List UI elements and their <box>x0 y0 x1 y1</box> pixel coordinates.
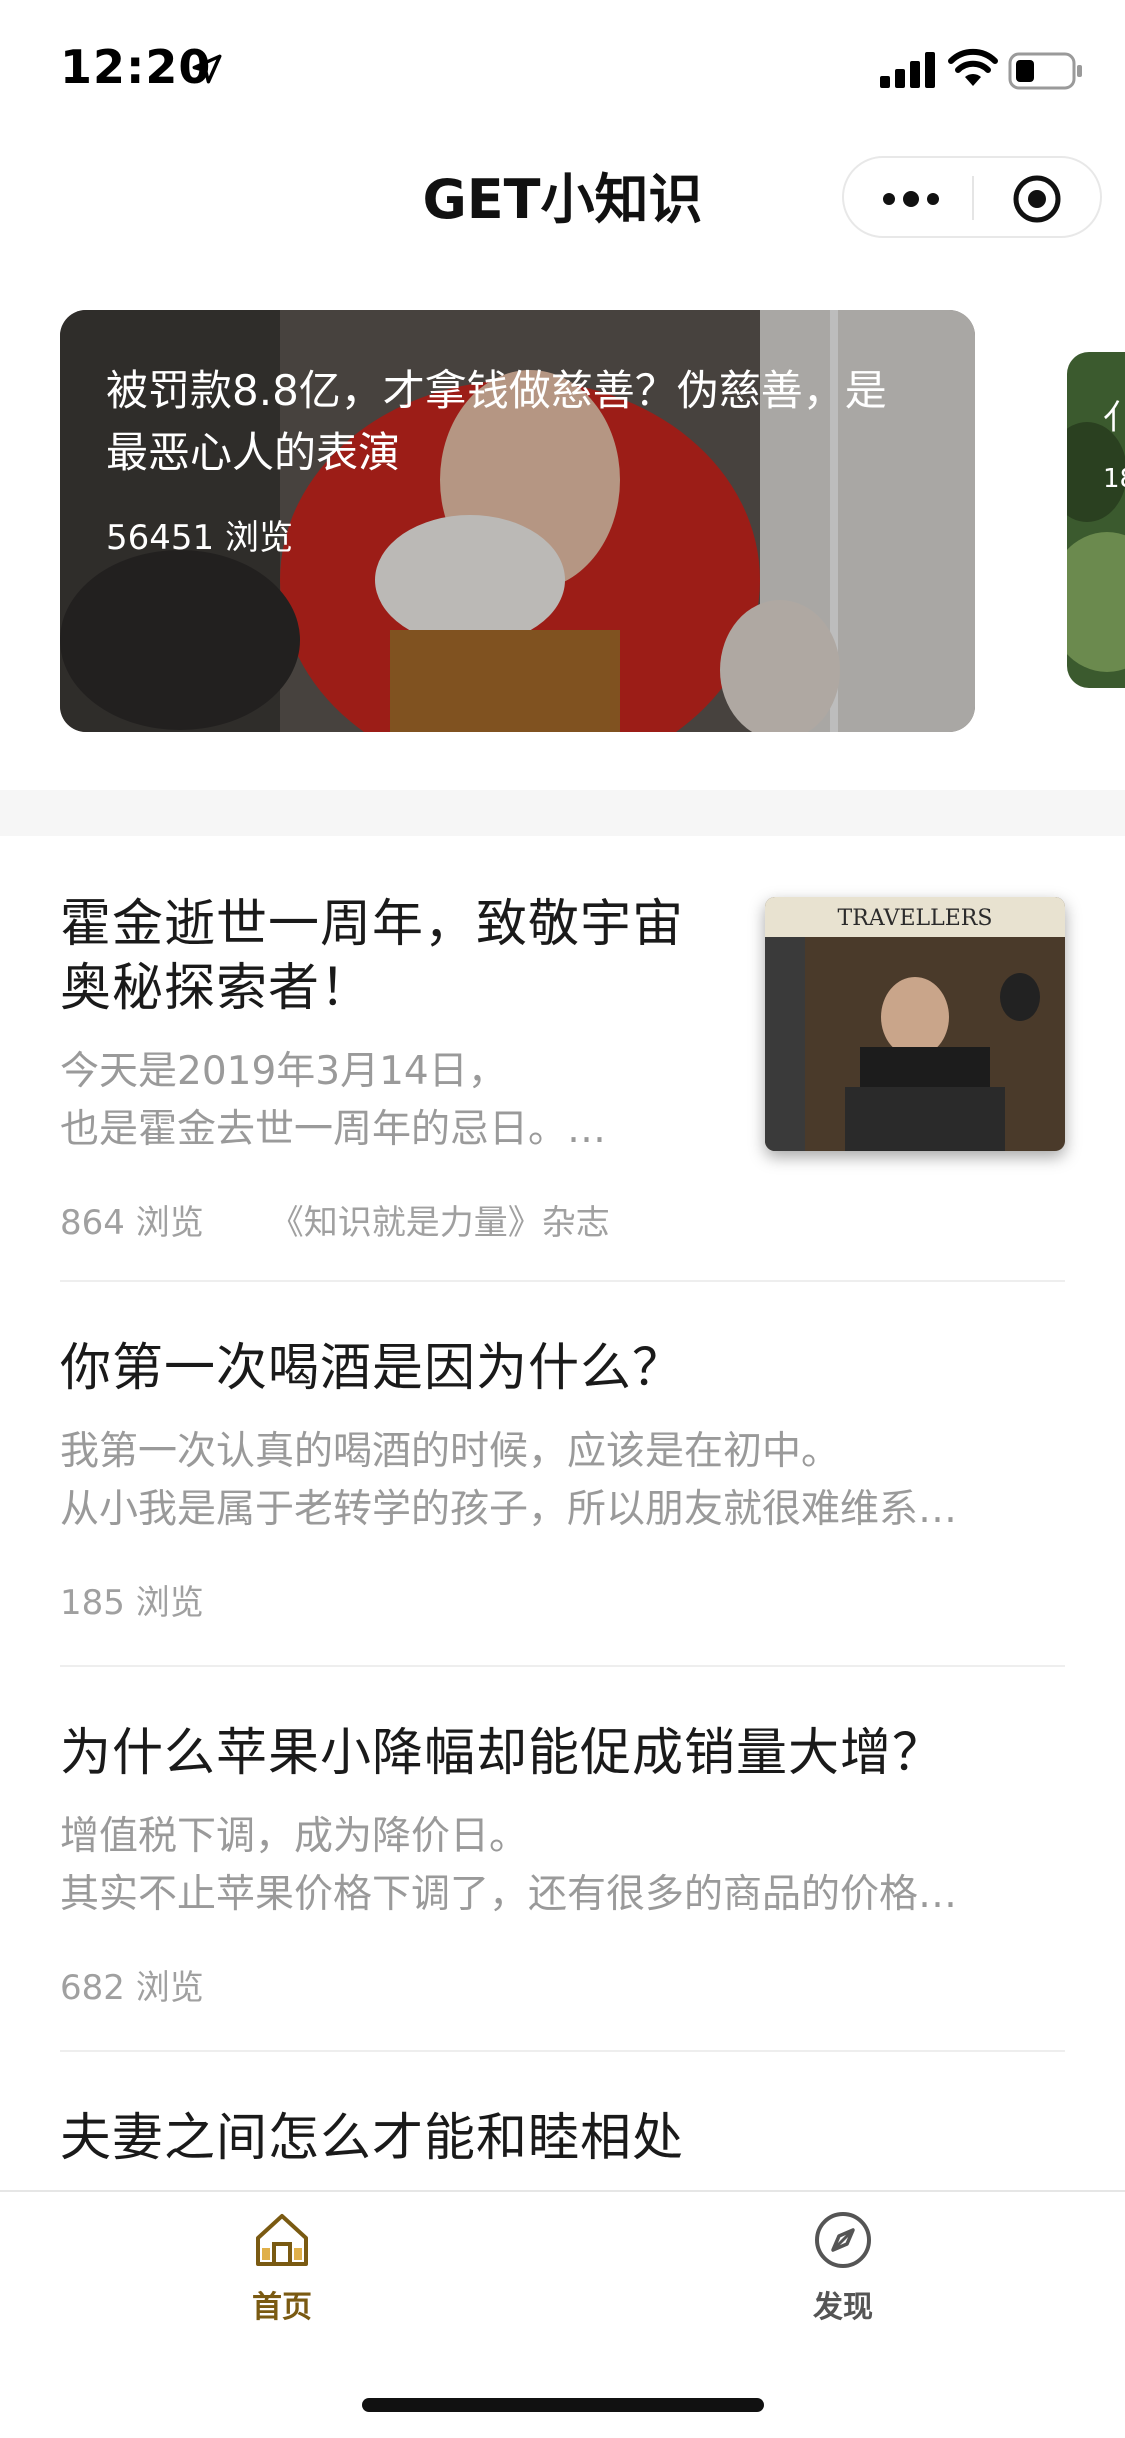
more-options-icon[interactable] <box>880 184 942 214</box>
capsule-divider <box>972 176 974 220</box>
article-item[interactable]: 为什么苹果小降幅却能促成销量大增？ 增值税下调，成为降价日。 其实不止苹果价格下… <box>60 1722 1065 2009</box>
article-title: 夫妻之间怎么才能和睦相处 <box>60 2109 685 2168</box>
close-mini-program-icon[interactable] <box>1012 174 1062 224</box>
tab-label: 首页 <box>252 2290 312 2325</box>
article-summary: 我第一次认真的喝酒的时候，应该是在初中。 从小我是属于老转学的孩子，所以朋友就很… <box>60 1423 1065 1539</box>
summary-line: 我第一次认真的喝酒的时候，应该是在初中。 <box>60 1429 841 1474</box>
compass-icon <box>815 2212 871 2268</box>
list-divider <box>60 1280 1065 1282</box>
article-thumbnail[interactable]: TRAVELLERS <box>765 897 1065 1151</box>
summary-line: 从小我是属于老转学的孩子，所以朋友就很难维系… <box>60 1487 958 1532</box>
article-views: 682 浏览 <box>60 1968 204 2008</box>
article-item[interactable]: 霍金逝世一周年，致敬宇宙奥秘探索者！ 今天是2019年3月14日， 也是霍金去世… <box>60 893 700 1244</box>
article-title: 霍金逝世一周年，致敬宇宙奥秘探索者！ <box>60 895 685 1018</box>
status-bar: 12:20 <box>0 0 1125 135</box>
home-icon <box>256 2214 308 2266</box>
article-meta: 682 浏览 <box>60 1960 1065 2009</box>
mini-program-capsule <box>842 156 1102 238</box>
banner-views: 56451 浏览 <box>106 518 293 558</box>
article-summary: 今天是2019年3月14日， 也是霍金去世一周年的忌日。… <box>60 1043 700 1159</box>
list-divider <box>60 2050 1065 2052</box>
wifi-icon <box>948 48 998 86</box>
status-time: 12:20 <box>60 40 212 94</box>
article-views: 185 浏览 <box>60 1583 204 1623</box>
list-divider <box>60 1665 1065 1667</box>
tab-discover[interactable]: 发现 <box>773 2208 913 2326</box>
home-indicator[interactable] <box>362 2398 764 2412</box>
summary-line: 今天是2019年3月14日， <box>60 1049 507 1094</box>
article-views: 864 浏览 <box>60 1203 204 1243</box>
tab-home[interactable]: 首页 <box>212 2208 352 2326</box>
battery-icon <box>1008 52 1082 90</box>
article-meta: 864 浏览 《知识就是力量》杂志 <box>60 1195 700 1244</box>
carousel-banner-active[interactable]: 被罚款8.8亿，才拿钱做慈善？伪慈善，是最恶心人的表演 56451 浏览 <box>60 310 975 732</box>
carousel-banner-next[interactable]: 亻 18 <box>1067 352 1125 688</box>
banner-next-title: 亻 <box>1103 398 1125 438</box>
thumbnail-sign-text: TRAVELLERS <box>838 906 993 931</box>
article-item[interactable]: 你第一次喝酒是因为什么？ 我第一次认真的喝酒的时候，应该是在初中。 从小我是属于… <box>60 1337 1065 1624</box>
banner-title: 被罚款8.8亿，才拿钱做慈善？伪慈善，是最恶心人的表演 <box>106 366 887 477</box>
section-separator <box>0 790 1125 836</box>
summary-line: 增值税下调，成为降价日。 <box>60 1814 529 1859</box>
banner-next-views: 18 <box>1103 464 1125 494</box>
article-title: 为什么苹果小降幅却能促成销量大增？ <box>60 1724 945 1783</box>
tab-label: 发现 <box>813 2290 873 2325</box>
article-title: 你第一次喝酒是因为什么？ <box>60 1339 685 1398</box>
article-meta: 185 浏览 <box>60 1575 1065 1624</box>
article-summary: 增值税下调，成为降价日。 其实不止苹果价格下调了，还有很多的商品的价格… <box>60 1808 1065 1924</box>
thumbnail-photo: TRAVELLERS <box>765 897 1065 1151</box>
article-source: 《知识就是力量》杂志 <box>269 1203 610 1243</box>
summary-line: 其实不止苹果价格下调了，还有很多的商品的价格… <box>60 1872 958 1917</box>
article-item[interactable]: 夫妻之间怎么才能和睦相处 <box>60 2107 1065 2171</box>
summary-line: 也是霍金去世一周年的忌日。… <box>60 1107 607 1152</box>
cellular-signal-icon <box>880 52 935 88</box>
location-arrow-icon <box>192 54 222 84</box>
